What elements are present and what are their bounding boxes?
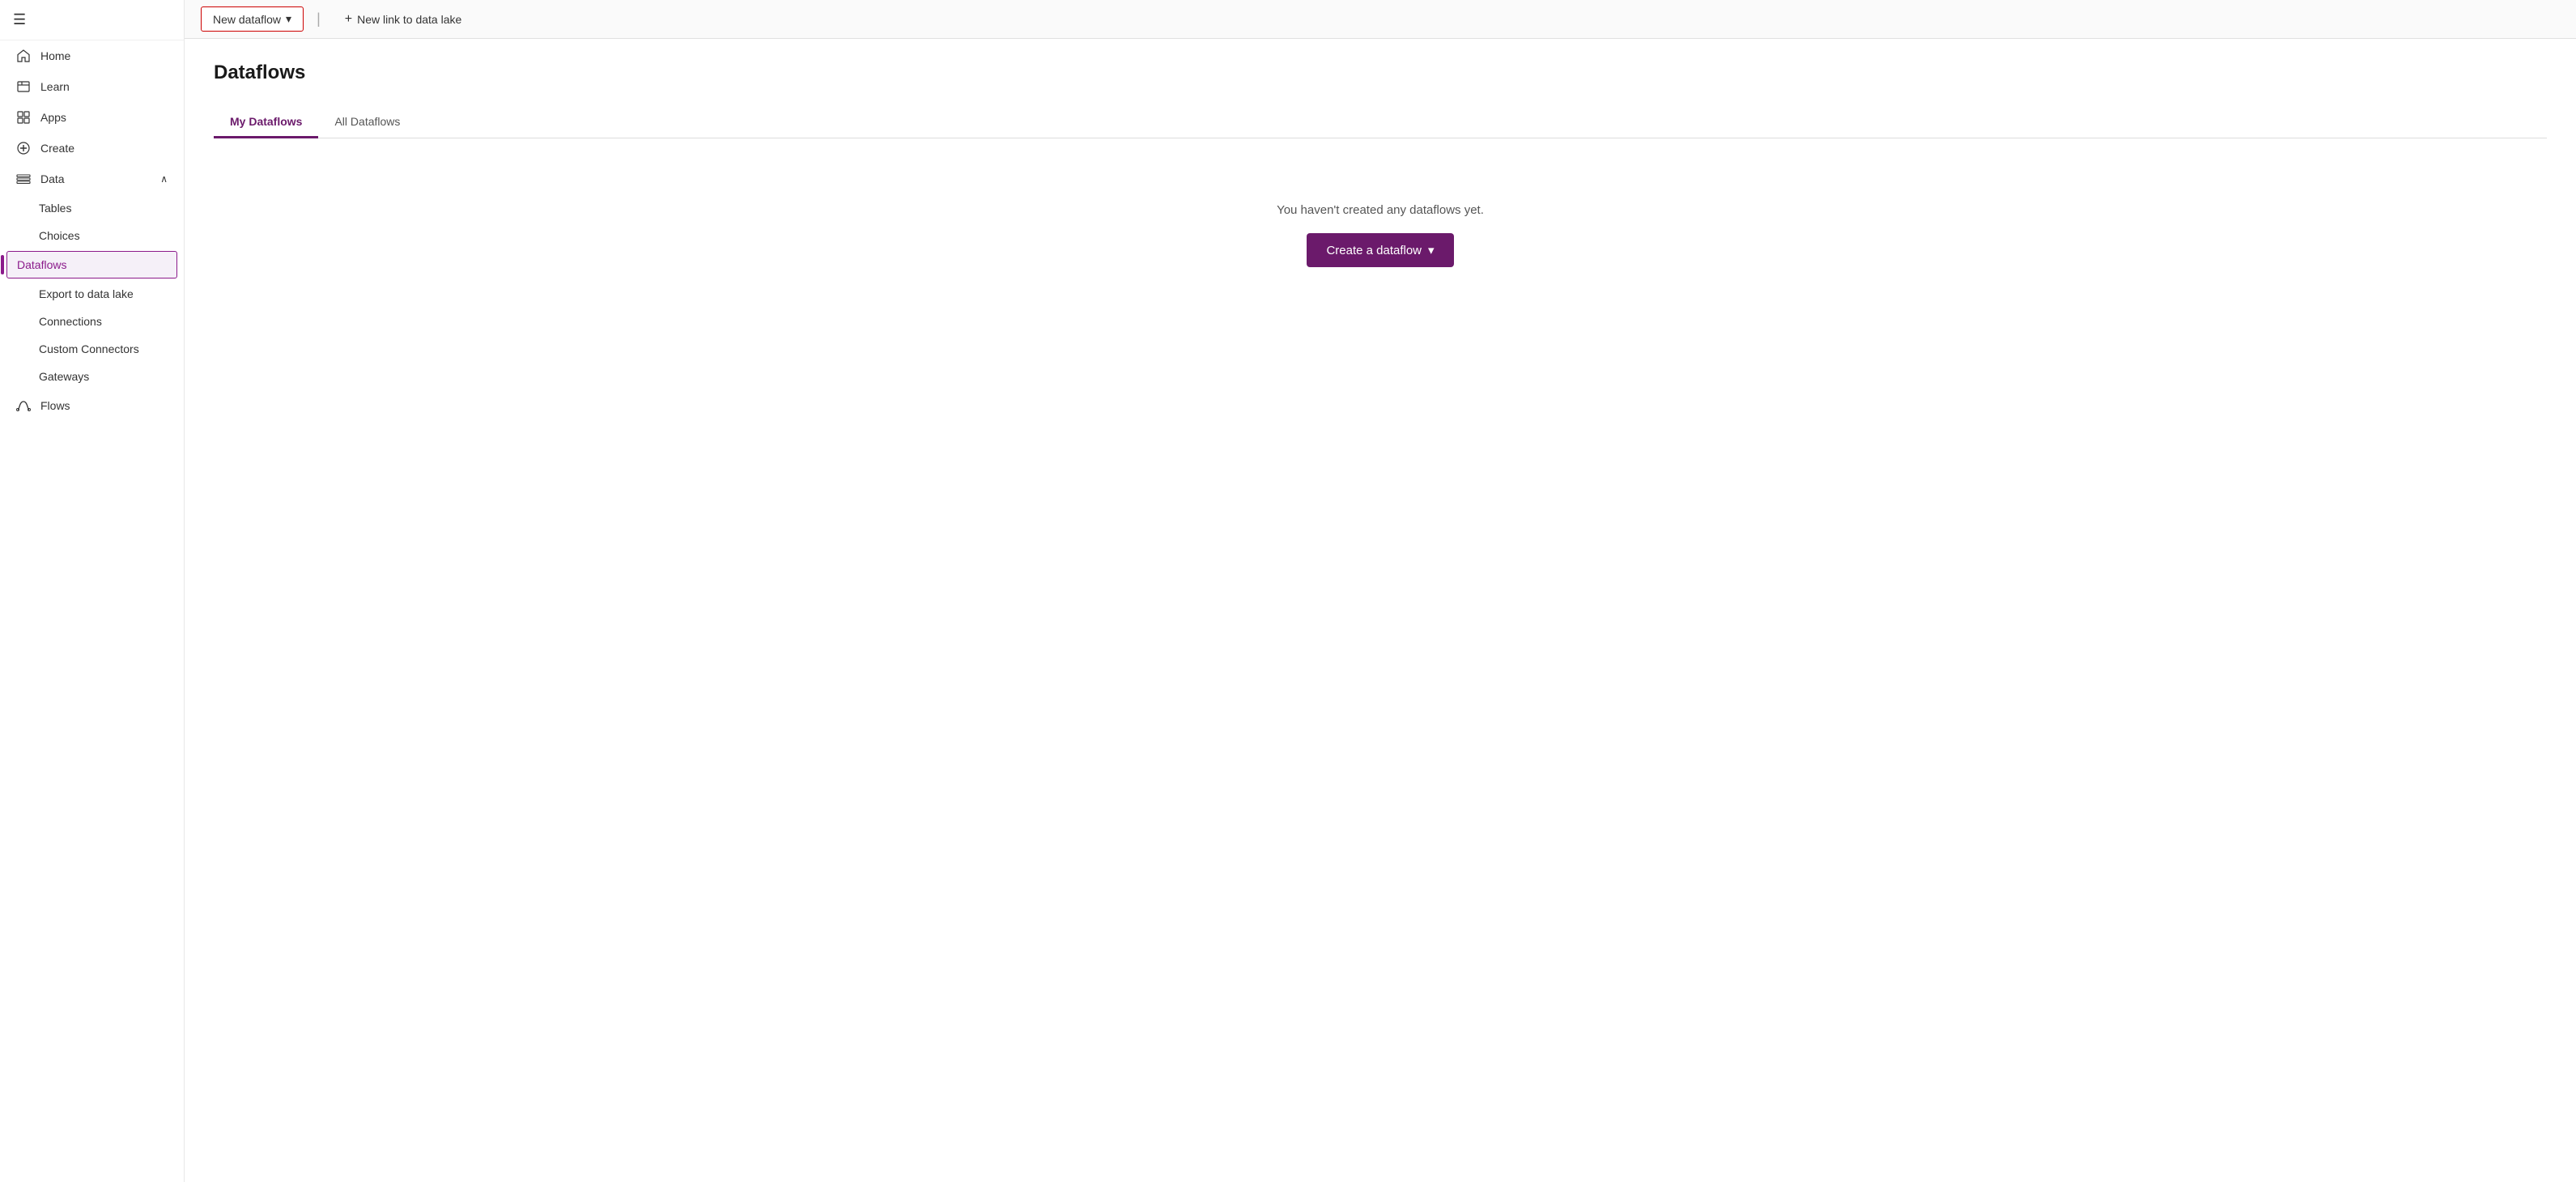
create-dataflow-button[interactable]: Create a dataflow ▾ <box>1307 233 1453 267</box>
create-dataflow-label: Create a dataflow <box>1326 244 1422 257</box>
new-link-button[interactable]: + New link to data lake <box>334 7 474 32</box>
sidebar-item-home-label: Home <box>40 49 70 62</box>
sidebar-item-learn[interactable]: Learn <box>0 71 184 102</box>
main-area: New dataflow ▾ | + New link to data lake… <box>185 0 2576 1182</box>
create-chevron-icon: ▾ <box>1428 243 1435 257</box>
sidebar-item-export-to-data-lake[interactable]: Export to data lake <box>0 280 184 308</box>
data-icon <box>16 172 31 186</box>
flows-icon <box>16 398 31 413</box>
new-link-label: New link to data lake <box>357 13 461 26</box>
apps-icon <box>16 110 31 125</box>
sidebar-item-export-label: Export to data lake <box>39 287 134 300</box>
tab-all-dataflows-label: All Dataflows <box>334 115 400 128</box>
create-icon <box>16 141 31 155</box>
sidebar-item-create-label: Create <box>40 142 74 155</box>
learn-icon <box>16 79 31 94</box>
sidebar-item-tables-label: Tables <box>39 202 71 215</box>
sidebar-item-flows-label: Flows <box>40 399 70 412</box>
new-dataflow-chevron-icon: ▾ <box>286 12 291 26</box>
sidebar-item-connections-label: Connections <box>39 315 102 328</box>
sidebar-item-data-label: Data <box>40 172 65 185</box>
sidebar-item-gateways[interactable]: Gateways <box>0 363 184 390</box>
sidebar-item-apps[interactable]: Apps <box>0 102 184 133</box>
sidebar-item-gateways-label: Gateways <box>39 370 89 383</box>
tab-my-dataflows[interactable]: My Dataflows <box>214 107 318 138</box>
page-title: Dataflows <box>214 62 2547 84</box>
sidebar-item-flows[interactable]: Flows <box>0 390 184 421</box>
sidebar-header: ☰ <box>0 0 184 40</box>
sidebar-item-custom-connectors[interactable]: Custom Connectors <box>0 335 184 363</box>
sidebar-item-tables[interactable]: Tables <box>0 194 184 222</box>
sidebar-item-apps-label: Apps <box>40 111 66 124</box>
sidebar-item-learn-label: Learn <box>40 80 70 93</box>
content-area: Dataflows My Dataflows All Dataflows You… <box>185 39 2576 1182</box>
home-icon <box>16 49 31 63</box>
hamburger-icon[interactable]: ☰ <box>13 11 26 28</box>
toolbar-divider: | <box>317 11 321 28</box>
tabs-container: My Dataflows All Dataflows <box>214 107 2547 138</box>
sidebar-item-custom-connectors-label: Custom Connectors <box>39 342 139 355</box>
empty-state: You haven't created any dataflows yet. C… <box>214 203 2547 267</box>
sidebar-item-home[interactable]: Home <box>0 40 184 71</box>
empty-state-text: You haven't created any dataflows yet. <box>1277 203 1484 217</box>
sidebar-item-dataflows[interactable]: Dataflows <box>6 251 177 278</box>
plus-icon: + <box>345 12 352 27</box>
tab-all-dataflows[interactable]: All Dataflows <box>318 107 416 138</box>
new-dataflow-label: New dataflow <box>213 13 281 26</box>
toolbar: New dataflow ▾ | + New link to data lake <box>185 0 2576 39</box>
sidebar-item-connections[interactable]: Connections <box>0 308 184 335</box>
sidebar-item-data[interactable]: Data ∧ <box>0 164 184 194</box>
new-dataflow-button[interactable]: New dataflow ▾ <box>201 6 304 32</box>
sidebar: ☰ Home Learn A <box>0 0 185 1182</box>
tab-my-dataflows-label: My Dataflows <box>230 115 302 128</box>
sidebar-item-dataflows-label: Dataflows <box>17 258 66 271</box>
sidebar-item-choices-label: Choices <box>39 229 80 242</box>
sidebar-item-choices[interactable]: Choices <box>0 222 184 249</box>
sidebar-item-create[interactable]: Create <box>0 133 184 164</box>
chevron-up-icon: ∧ <box>160 173 168 185</box>
